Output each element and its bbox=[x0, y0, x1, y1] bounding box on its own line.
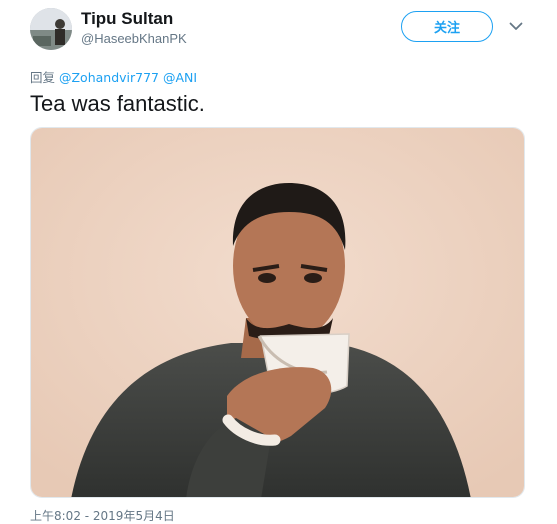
timestamp[interactable]: 上午8:02 - 2019年5月4日 bbox=[30, 507, 175, 524]
more-options-button[interactable] bbox=[506, 16, 526, 36]
screen-name[interactable]: @HaseebKhanPK bbox=[81, 31, 187, 46]
mention-link[interactable]: @ANI bbox=[163, 70, 197, 85]
chevron-down-icon bbox=[509, 22, 523, 30]
display-name[interactable]: Tipu Sultan bbox=[81, 9, 173, 29]
avatar[interactable] bbox=[30, 8, 72, 50]
reply-context: 回复 @Zohandvir777 @ANI bbox=[30, 67, 197, 86]
tweet-card: Tipu Sultan @HaseebKhanPK 关注 回复 @Zohandv… bbox=[0, 0, 557, 523]
photo-man-drinking-tea bbox=[31, 128, 524, 497]
follow-button[interactable]: 关注 bbox=[401, 11, 493, 42]
tweet-text: Tea was fantastic. bbox=[30, 91, 205, 116]
media-image[interactable] bbox=[30, 127, 525, 498]
reply-prefix: 回复 bbox=[30, 70, 59, 85]
mention-link[interactable]: @Zohandvir777 bbox=[59, 70, 159, 85]
avatar-image bbox=[30, 8, 72, 50]
